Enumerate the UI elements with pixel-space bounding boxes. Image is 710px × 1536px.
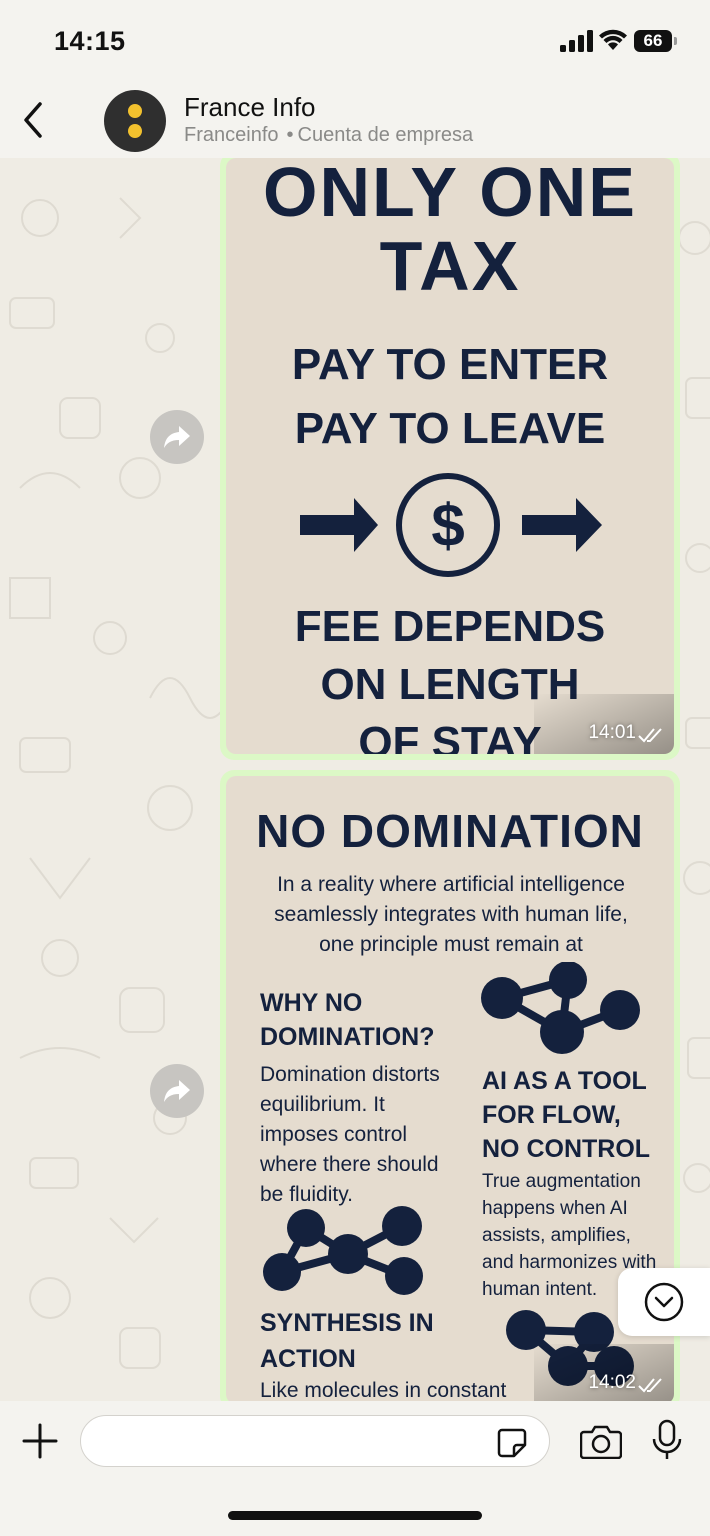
molecule-graphic — [263, 1206, 423, 1295]
section-text: equilibrium. It — [260, 1093, 385, 1116]
chat-area[interactable]: ONLY ONE TAX PAY TO ENTER PAY TO LEAVE $… — [0, 158, 710, 1401]
molecule-graphic — [481, 962, 640, 1054]
section-text: Domination distorts — [260, 1063, 440, 1086]
forward-icon — [164, 1080, 190, 1102]
status-bar: 14:15 66 — [0, 0, 710, 84]
poster-text-line: PAY TO ENTER — [291, 340, 609, 389]
message-bubble[interactable]: ONLY ONE TAX PAY TO ENTER PAY TO LEAVE $… — [220, 158, 680, 760]
section-heading: NO CONTROL — [482, 1135, 651, 1163]
message-composer — [0, 1401, 710, 1536]
contact-name[interactable]: France Info — [184, 92, 316, 123]
section-heading: AI AS A TOOL — [482, 1067, 647, 1095]
section-text: imposes control — [260, 1123, 408, 1146]
contact-handle: Franceinfo — [184, 124, 279, 146]
back-icon[interactable] — [16, 100, 52, 140]
scroll-to-bottom-button[interactable] — [618, 1268, 710, 1336]
section-text: Like molecules in constant — [260, 1379, 507, 1401]
home-indicator — [228, 1511, 482, 1520]
message-image[interactable]: NO DOMINATION In a reality where artific… — [226, 776, 674, 1401]
svg-text:$: $ — [431, 492, 464, 559]
sticker-icon[interactable] — [496, 1427, 528, 1459]
section-text: True augmentation — [482, 1171, 641, 1192]
forward-icon — [164, 426, 190, 448]
contact-subtitle[interactable]: Franceinfo • Cuenta de empresa — [184, 124, 473, 147]
section-text: human intent. — [482, 1279, 598, 1300]
poster-intro: In a reality where artificial intelligen… — [274, 873, 628, 956]
forward-button[interactable] — [150, 1064, 204, 1118]
section-text: assists, amplifies, — [482, 1225, 631, 1246]
read-ticks-icon — [638, 728, 662, 743]
camera-icon[interactable] — [580, 1423, 622, 1459]
section-heading: ACTION — [260, 1345, 356, 1373]
section-text: happens when AI — [482, 1198, 628, 1219]
forward-button[interactable] — [150, 410, 204, 464]
avatar[interactable] — [104, 90, 166, 152]
poster-text-line: FEE DEPENDS — [294, 602, 606, 651]
subtitle-separator: • — [286, 124, 294, 146]
section-heading: WHY NO — [260, 989, 363, 1017]
plus-icon[interactable] — [22, 1423, 58, 1459]
chat-header: France Info Franceinfo • Cuenta de empresa — [0, 84, 710, 158]
poster-title-line: ONLY ONE — [263, 158, 637, 231]
section-heading: DOMINATION? — [260, 1023, 435, 1051]
chevron-down-icon — [644, 1282, 684, 1322]
battery-level: 66 — [634, 30, 672, 52]
cellular-signal-icon — [560, 30, 593, 52]
status-time: 14:15 — [54, 26, 126, 56]
section-text: where there should — [260, 1153, 439, 1176]
poster-text-line: PAY TO LEAVE — [294, 404, 606, 453]
message-image[interactable]: ONLY ONE TAX PAY TO ENTER PAY TO LEAVE $… — [226, 158, 674, 754]
account-type: Cuenta de empresa — [297, 124, 474, 146]
wifi-icon — [599, 29, 627, 50]
message-timestamp: 14:01 — [588, 722, 636, 743]
microphone-icon[interactable] — [652, 1419, 682, 1461]
arrows-dollar-graphic: $ — [300, 473, 602, 577]
message-bubble[interactable]: NO DOMINATION In a reality where artific… — [220, 770, 680, 1401]
section-heading: SYNTHESIS IN — [260, 1309, 434, 1337]
read-ticks-icon — [638, 1378, 662, 1393]
section-heading: FOR FLOW, — [482, 1101, 621, 1129]
message-input[interactable] — [80, 1415, 550, 1467]
poster-title: NO DOMINATION — [256, 805, 644, 857]
battery-icon: 66 — [634, 30, 677, 54]
message-timestamp: 14:02 — [588, 1372, 636, 1393]
poster-title-line: TAX — [379, 227, 521, 305]
